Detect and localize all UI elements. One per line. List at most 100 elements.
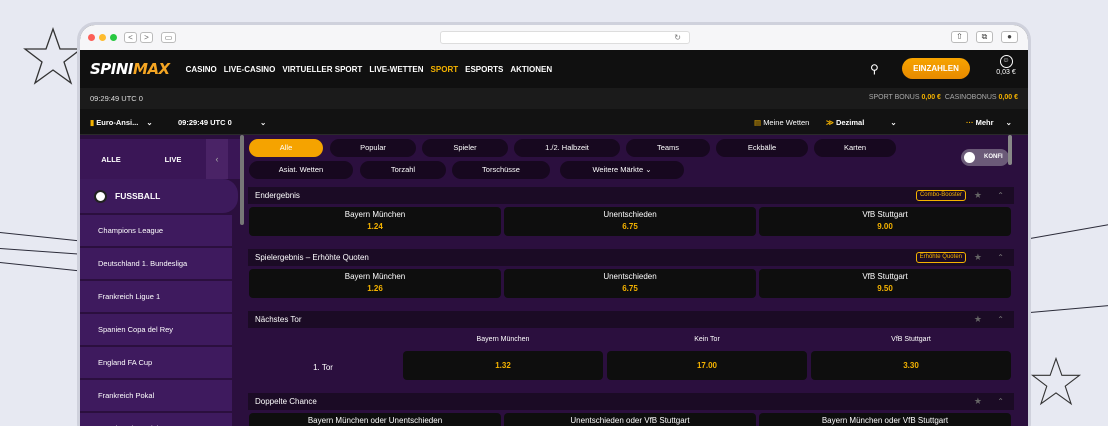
market-title: Endergebnis: [255, 191, 300, 200]
sidebar-scrollbar[interactable]: [240, 135, 244, 225]
chip-teams[interactable]: Teams: [626, 139, 710, 157]
odds-button[interactable]: Unentschieden 6.75: [504, 207, 756, 236]
clock: 09:29:49 UTC 0: [90, 94, 143, 103]
boosted-odds-badge: Erhöhte Quoten: [915, 252, 966, 263]
star-decoration-icon: [23, 27, 83, 85]
sidebar: ALLE LIVE ‹ FUSSBALL Champions League De…: [80, 135, 240, 426]
odds-button[interactable]: Unentschieden oder VfB Stuttgart: [504, 413, 756, 426]
tabs-icon[interactable]: ⧉: [976, 31, 993, 43]
market-title: Nächstes Tor: [255, 315, 302, 324]
balance: 0,03 €: [996, 69, 1016, 76]
chip-players[interactable]: Spieler: [422, 139, 508, 157]
sidebar-league[interactable]: Frankreich Ligue 1: [80, 281, 232, 312]
market-header[interactable]: Endergebnis Combo-Booster ★ ⌃: [248, 187, 1014, 204]
chevron-up-icon[interactable]: ⌃: [997, 393, 1004, 410]
chip-all[interactable]: Alle: [249, 139, 323, 157]
chip-shots[interactable]: Torschüsse: [452, 161, 550, 179]
odds-button[interactable]: Bayern München oder VfB Stuttgart: [759, 413, 1011, 426]
sidebar-league[interactable]: Deutschland 1. Bundesliga: [80, 248, 232, 279]
collapse-sidebar-icon[interactable]: ‹: [206, 139, 228, 179]
nav-virtual-sport[interactable]: VIRTUELLER SPORT: [282, 65, 362, 74]
nav-promotions[interactable]: AKTIONEN: [510, 65, 552, 74]
top-navigation: SPINIMAX CASINO LIVE-CASINO VIRTUELLER S…: [80, 50, 1028, 88]
odds-button[interactable]: Unentschieden 6.75: [504, 269, 756, 298]
user-icon: ☺: [999, 55, 1013, 68]
star-decoration-icon: [1030, 356, 1082, 406]
favorite-star-icon[interactable]: ★: [974, 249, 982, 266]
account-button[interactable]: ☺ 0,03 €: [992, 55, 1020, 76]
odds-button[interactable]: VfB Stuttgart 9.50: [759, 269, 1011, 298]
market-title: Spielergebnis – Erhöhte Quoten: [255, 253, 369, 262]
decor-line: [1030, 305, 1108, 313]
close-dot[interactable]: [88, 34, 95, 41]
chip-asian[interactable]: Asiat. Wetten: [249, 161, 353, 179]
favorite-star-icon[interactable]: ★: [974, 311, 982, 328]
deposit-button[interactable]: EINZAHLEN: [902, 58, 970, 79]
chip-popular[interactable]: Popular: [330, 139, 416, 157]
tab-live[interactable]: LIVE: [142, 155, 204, 164]
bonus-info: SPORT BONUS 0,00 € CASINOBONUS 0,00 €: [868, 94, 1018, 101]
chip-more-markets[interactable]: Weitere Märkte ⌄: [560, 161, 684, 179]
nav-esports[interactable]: ESPORTS: [465, 65, 503, 74]
nav-casino[interactable]: CASINO: [186, 65, 217, 74]
market-header[interactable]: Nächstes Tor ★ ⌃: [248, 311, 1014, 328]
sidebar-league[interactable]: Champions League: [80, 215, 232, 246]
main-area: ALLE LIVE ‹ FUSSBALL Champions League De…: [80, 135, 1028, 426]
back-button[interactable]: <: [124, 32, 137, 43]
sidebar-league[interactable]: England FA Cup: [80, 347, 232, 378]
nav-sport[interactable]: SPORT: [431, 65, 459, 74]
market-header[interactable]: Doppelte Chance ★ ⌃: [248, 393, 1014, 410]
chip-cards[interactable]: Karten: [814, 139, 896, 157]
share-icon[interactable]: ⇧: [951, 31, 968, 43]
odds-button[interactable]: 3.30: [811, 351, 1011, 380]
combo-booster-badge: Combo-Booster: [915, 190, 966, 201]
browser-window: < > ▭ ↻ ⇧ ⧉ ● SPINIMAX CASINO LIVE-CASIN…: [80, 25, 1028, 426]
config-toggle[interactable]: KONFI: [961, 149, 1009, 166]
sidebar-league[interactable]: Spanien Copa del Rey: [80, 314, 232, 345]
odds-button[interactable]: Bayern München oder Unentschieden: [249, 413, 501, 426]
odds-format-select[interactable]: ≫ Dezimal ⌄: [826, 118, 897, 127]
column-label: Kein Tor: [694, 336, 720, 343]
chevron-up-icon[interactable]: ⌃: [997, 187, 1004, 204]
minimize-dot[interactable]: [99, 34, 106, 41]
odds-button[interactable]: 17.00: [607, 351, 807, 380]
search-icon[interactable]: ⚲: [870, 62, 879, 76]
odds-button[interactable]: VfB Stuttgart 9.00: [759, 207, 1011, 236]
column-label: VfB Stuttgart: [891, 336, 931, 343]
chevron-up-icon[interactable]: ⌃: [997, 249, 1004, 266]
favorite-star-icon[interactable]: ★: [974, 393, 982, 410]
sidebar-league[interactable]: Spanien Liga Adelante: [80, 413, 232, 426]
chevron-down-icon[interactable]: ⌄: [260, 118, 266, 127]
odds-button[interactable]: Bayern München 1.26: [249, 269, 501, 298]
reload-icon[interactable]: ↻: [674, 33, 681, 42]
column-label: Bayern München: [476, 336, 530, 343]
chip-halftime[interactable]: 1./2. Halbzeit: [514, 139, 620, 157]
decor-line: [1030, 224, 1108, 239]
football-icon: [94, 189, 107, 203]
chip-corners[interactable]: Eckbälle: [716, 139, 808, 157]
odds-button[interactable]: 1.32: [403, 351, 603, 380]
nav-live-casino[interactable]: LIVE-CASINO: [224, 65, 276, 74]
nav-live-betting[interactable]: LIVE-WETTEN: [369, 65, 423, 74]
logo[interactable]: SPINIMAX: [90, 60, 170, 78]
my-bets-button[interactable]: ▤ Meine Wetten: [754, 118, 809, 127]
address-bar[interactable]: ↻: [440, 31, 690, 44]
chevron-up-icon[interactable]: ⌃: [997, 311, 1004, 328]
sidebar-item-football[interactable]: FUSSBALL: [80, 179, 238, 213]
favorite-star-icon[interactable]: ★: [974, 187, 982, 204]
more-menu[interactable]: ··· Mehr ⌄: [966, 118, 1012, 127]
download-icon[interactable]: ●: [1001, 31, 1018, 43]
content-scrollbar[interactable]: [1008, 135, 1012, 165]
region-select[interactable]: ▮ Euro-Ansi... ⌄: [90, 118, 153, 127]
sidebar-toggle-icon[interactable]: ▭: [161, 32, 176, 43]
markets-content: Alle Popular Spieler 1./2. Halbzeit Team…: [248, 135, 1016, 426]
chip-goals[interactable]: Torzahl: [360, 161, 446, 179]
tab-all[interactable]: ALLE: [80, 155, 142, 164]
maximize-dot[interactable]: [110, 34, 117, 41]
row-label: 1. Tor: [313, 363, 333, 372]
market-header[interactable]: Spielergebnis – Erhöhte Quoten Erhöhte Q…: [248, 249, 1014, 266]
forward-button[interactable]: >: [140, 32, 153, 43]
sidebar-league[interactable]: Frankreich Pokal: [80, 380, 232, 411]
odds-button[interactable]: Bayern München 1.24: [249, 207, 501, 236]
decor-line: [0, 232, 80, 242]
